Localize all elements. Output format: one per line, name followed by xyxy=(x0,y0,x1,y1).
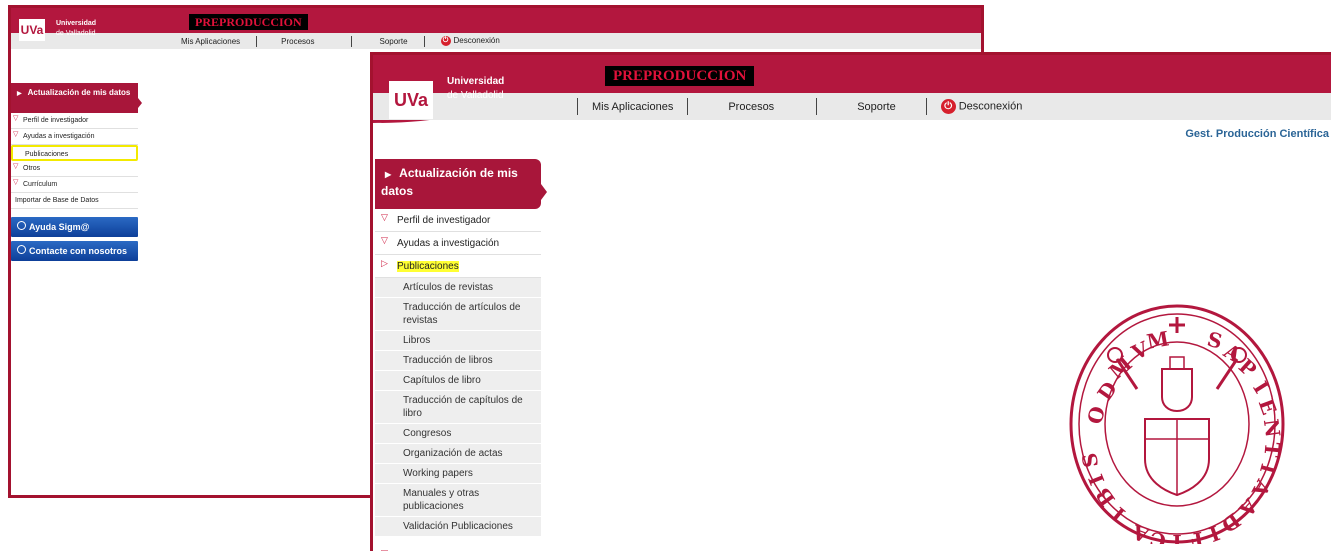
svg-text:I: I xyxy=(1172,530,1181,544)
submenu-item[interactable]: Traducción de capítulos de libro xyxy=(375,391,541,424)
sidebar: ▶ Actualización de mis datos ▽ Perfil de i… xyxy=(375,159,547,551)
university-name: Universidad de Valladolid xyxy=(56,19,96,39)
sidebar-item-label: Publicaciones xyxy=(25,151,69,158)
sidebar: ▶ Actualización de mis datos ▽ Perfil de i… xyxy=(11,83,142,261)
sidebar-item-importar[interactable]: Importar de Base de Datos xyxy=(11,193,138,209)
svg-text:D: D xyxy=(1217,508,1245,538)
arrow-right-icon: ▶ xyxy=(385,170,392,179)
sidebar-item-ayudas[interactable]: ▽ Ayudas a investigación xyxy=(375,232,541,255)
submenu-item[interactable]: Libros xyxy=(375,331,541,351)
sidebar-item-label: Perfil de investigador xyxy=(397,215,491,226)
environment-badge: PREPRODUCCION xyxy=(189,14,308,30)
submenu-item[interactable]: Traducción de libros xyxy=(375,351,541,371)
sidebar-item-label: Publicaciones xyxy=(397,261,459,272)
sidebar-item-label: Perfil de investigador xyxy=(23,117,89,124)
nav-mis-aplicaciones[interactable]: Mis Aplicaciones xyxy=(165,37,256,46)
svg-text:N: N xyxy=(1259,417,1285,438)
sidebar-item-publicaciones[interactable]: Publicaciones xyxy=(11,145,138,161)
submenu-item[interactable]: Working papers xyxy=(375,464,541,484)
environment-badge: PREPRODUCCION xyxy=(605,66,755,86)
triangle-down-icon: ▽ xyxy=(13,131,19,138)
nav-bar: Mis Aplicaciones Procesos Soporte ⏻ Desco… xyxy=(11,33,981,49)
sidebar-header[interactable]: ▶ Actualización de mis datos xyxy=(375,159,547,209)
university-name-line2: de Valladolid xyxy=(447,90,504,101)
publicaciones-submenu: Artículos de revistas Traducción de artí… xyxy=(375,278,541,537)
sidebar-item-label: Ayudas a investigación xyxy=(23,133,95,140)
sidebar-item-otros[interactable]: ▽Otros xyxy=(375,545,541,551)
university-name-line2: de Valladolid xyxy=(56,30,96,37)
nav-mis-aplicaciones[interactable]: Mis Aplicaciones xyxy=(578,101,687,113)
svg-text:B: B xyxy=(1091,483,1120,511)
submenu-item[interactable]: Artículos de revistas xyxy=(375,278,541,298)
gest-produccion-link[interactable]: Gest. Producción Científica xyxy=(1185,128,1329,140)
nav-procesos[interactable]: Procesos xyxy=(257,37,350,46)
nav-procesos[interactable]: Procesos xyxy=(688,101,816,113)
sidebar-item-label: Currículum xyxy=(23,181,58,188)
sidebar-item-curriculum[interactable]: ▽ Currículum xyxy=(11,177,138,193)
notch-icon xyxy=(541,184,547,200)
svg-text:S: S xyxy=(1205,327,1225,354)
nav-soporte[interactable]: Soporte xyxy=(817,101,926,113)
submenu-item[interactable]: Manuales y otras publicaciones xyxy=(375,484,541,517)
nav-bar: Mis Aplicaciones Procesos Soporte ⏻ Desco… xyxy=(373,93,1331,120)
university-seal: D O M V M S A P I E N T I A S I B I A D … xyxy=(1069,304,1285,544)
svg-text:S: S xyxy=(1077,451,1103,469)
triangle-down-icon: ▽ xyxy=(381,546,388,551)
sidebar-item-label: Importar de Base de Datos xyxy=(15,197,99,204)
sidebar-item-label: Otros xyxy=(23,165,41,172)
arrow-right-icon: ▶ xyxy=(17,91,22,97)
contact-button-label: Contacte con nosotros xyxy=(29,246,128,256)
contact-button[interactable]: Contacte con nosotros xyxy=(11,241,138,261)
svg-text:F: F xyxy=(1187,527,1205,544)
submenu-item[interactable]: Traducción de artículos de revistas xyxy=(375,298,541,331)
submenu-item[interactable]: Congresos xyxy=(375,424,541,444)
university-name-line1: Universidad xyxy=(447,76,505,87)
power-icon: ⏻ xyxy=(940,99,956,114)
sidebar-header-label: Actualización de mis datos xyxy=(381,166,518,198)
power-icon: ⏻ xyxy=(440,36,451,46)
sidebar-item-ayudas[interactable]: ▽ Ayudas a investigación xyxy=(11,129,138,145)
help-button[interactable]: Ayuda Sigm@ xyxy=(11,217,138,237)
submenu-item[interactable]: Organización de actas xyxy=(375,444,541,464)
uva-logo[interactable]: UVa xyxy=(389,81,433,119)
sidebar-header[interactable]: ▶ Actualización de mis datos xyxy=(11,83,142,113)
triangle-down-icon: ▽ xyxy=(381,235,388,245)
university-name-line1: Universidad xyxy=(56,20,97,27)
svg-text:E: E xyxy=(1254,395,1282,418)
nav-desconexion-label: Desconexión xyxy=(958,100,1023,113)
sidebar-item-publicaciones[interactable]: ▷ Publicaciones xyxy=(375,255,541,278)
triangle-down-icon: ▽ xyxy=(13,115,19,122)
submenu-item[interactable]: Validación Publicaciones xyxy=(375,517,541,537)
submenu-item[interactable]: Capítulos de libro xyxy=(375,371,541,391)
uva-logo[interactable]: UVa xyxy=(19,19,45,41)
help-button-label: Ayuda Sigm@ xyxy=(29,222,90,232)
university-name: Universidad de Valladolid xyxy=(447,75,504,103)
screenshot-zoomed: Mis Aplicaciones Procesos Soporte ⏻ Desco… xyxy=(370,52,1331,551)
sidebar-item-otros[interactable]: ▽ Otros xyxy=(11,161,138,177)
nav-soporte[interactable]: Soporte xyxy=(352,37,424,46)
triangle-down-icon: ▽ xyxy=(381,212,388,222)
sidebar-item-label: Ayudas a investigación xyxy=(397,238,500,249)
svg-text:T: T xyxy=(1259,441,1284,458)
sidebar-item-perfil[interactable]: ▽ Perfil de investigador xyxy=(375,209,541,232)
nav-desconexion[interactable]: ⏻ Desconexión xyxy=(425,36,516,46)
nav-desconexion-label: Desconexión xyxy=(453,36,500,46)
circle-icon xyxy=(17,221,26,230)
nav-desconexion[interactable]: ⏻ Desconexión xyxy=(927,99,1037,114)
triangle-right-icon: ▷ xyxy=(381,258,388,268)
triangle-down-icon: ▽ xyxy=(13,163,19,170)
notch-icon xyxy=(138,98,142,108)
sidebar-header-label: Actualización de mis datos xyxy=(27,88,131,97)
circle-icon xyxy=(17,245,26,254)
triangle-down-icon: ▽ xyxy=(13,179,19,186)
svg-text:M: M xyxy=(1145,326,1171,353)
sidebar-item-perfil[interactable]: ▽ Perfil de investigador xyxy=(11,113,138,129)
